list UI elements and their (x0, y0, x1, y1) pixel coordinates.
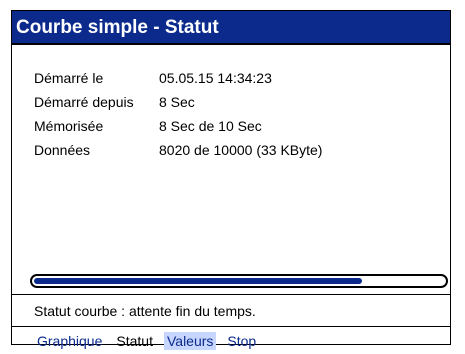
info-label: Mémorisée (34, 118, 104, 134)
info-value: 8020 de 10000 (33 KByte) (159, 142, 323, 158)
info-value: 05.05.15 14:34:23 (159, 70, 272, 86)
menu-item-statut[interactable]: Statut (113, 332, 156, 350)
info-label: Démarré le (34, 70, 104, 86)
menu-item-graphique[interactable]: Graphique (34, 332, 105, 350)
menu-item-stop[interactable]: Stop (224, 332, 259, 350)
divider (12, 326, 450, 327)
progress-bar (30, 274, 448, 288)
bottom-menu: Graphique Statut Valeurs Stop (34, 330, 259, 352)
info-value: 8 Sec de 10 Sec (159, 118, 262, 134)
divider (12, 294, 450, 295)
info-label: Données (34, 142, 91, 158)
progress-fill (34, 278, 362, 284)
info-label: Démarré depuis (34, 94, 134, 110)
status-window: Courbe simple - Statut Démarré le 05.05.… (11, 10, 451, 350)
status-text: Statut courbe : attente fin du temps. (34, 303, 256, 319)
window-title: Courbe simple - Statut (12, 11, 450, 45)
info-value: 8 Sec (159, 94, 195, 110)
menu-item-valeurs[interactable]: Valeurs (163, 332, 217, 350)
